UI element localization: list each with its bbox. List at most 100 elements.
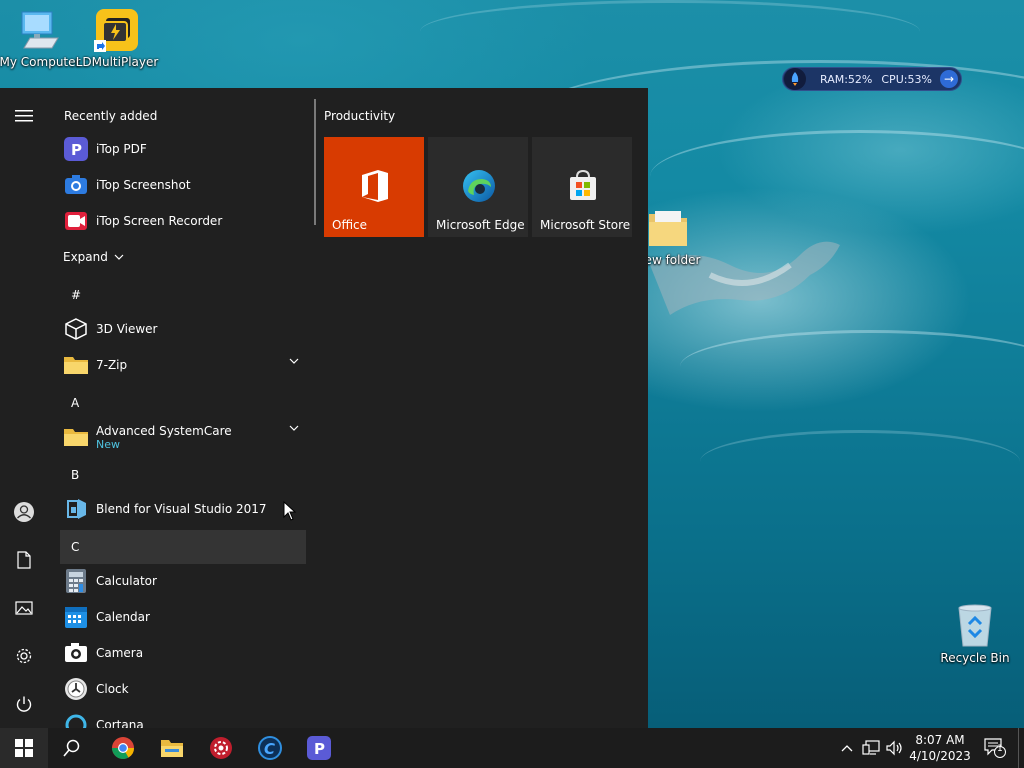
app-calculator[interactable]: Calculator (60, 563, 306, 599)
group-header-c[interactable]: C (60, 530, 306, 564)
app-camera[interactable]: Camera (60, 635, 306, 671)
app-cortana[interactable]: Cortana (60, 707, 306, 728)
desktop-icon-ldmultiplayer[interactable]: LDMultiPlayer (75, 8, 159, 69)
system-monitor-widget[interactable]: RAM:52% CPU:53% → (782, 67, 962, 91)
desktop-label: My Computer (0, 55, 81, 69)
blue-c-app-icon: C (258, 736, 282, 760)
hamburger-menu-button[interactable] (0, 92, 48, 140)
user-account-button[interactable] (0, 488, 48, 536)
computer-icon (21, 11, 59, 49)
network-icon (862, 740, 880, 755)
group-header-b[interactable]: B (60, 458, 306, 492)
svg-text:C: C (264, 740, 275, 758)
cpu-usage: CPU:53% (881, 72, 932, 86)
start-menu: Recently added P iTop PDF iTop Screensho… (0, 88, 648, 728)
search-button[interactable] (48, 728, 96, 768)
ldmultiplayer-icon (94, 9, 138, 52)
clock-date: 4/10/2023 (909, 749, 971, 763)
3d-viewer-icon (63, 316, 89, 342)
chrome-icon (112, 737, 134, 759)
app-list: Recently added P iTop PDF iTop Screensho… (48, 88, 312, 728)
calculator-icon (63, 568, 89, 594)
show-hidden-icons-button[interactable] (836, 728, 858, 768)
camera-icon (63, 640, 89, 666)
taskbar-itop-pdf[interactable]: P (295, 728, 343, 768)
user-icon (14, 502, 34, 522)
group-header-hash[interactable]: # (60, 278, 306, 312)
start-rail (0, 88, 48, 728)
taskbar-ccleaner[interactable]: C (246, 728, 294, 768)
app-calendar[interactable]: Calendar (60, 599, 306, 635)
taskbar-itop-screen-recorder[interactable] (197, 728, 245, 768)
tile-microsoft-store[interactable]: Microsoft Store (532, 137, 632, 237)
app-folder-7-zip[interactable]: 7-Zip (60, 347, 306, 383)
new-badge: New (96, 437, 120, 451)
chevron-down-icon[interactable] (288, 357, 300, 365)
svg-text:P: P (71, 141, 82, 159)
clock-time: 8:07 AM (915, 733, 965, 747)
app-blend-visual-studio[interactable]: Blend for Visual Studio 2017 (60, 491, 306, 527)
app-itop-screen-recorder[interactable]: iTop Screen Recorder (60, 203, 306, 239)
settings-button[interactable] (0, 632, 48, 680)
documents-button[interactable] (0, 536, 48, 584)
clock-icon (63, 676, 89, 702)
document-icon (17, 551, 31, 569)
desktop-label: LDMultiPlayer (75, 55, 159, 69)
blend-icon (63, 496, 89, 522)
tile-microsoft-edge[interactable]: Microsoft Edge (428, 137, 528, 237)
show-desktop-button[interactable] (1018, 728, 1024, 768)
edge-icon (463, 170, 495, 202)
network-button[interactable] (860, 728, 882, 768)
red-gear-app-icon (210, 737, 232, 759)
app-list-scrollbar[interactable] (314, 99, 316, 225)
clock-button[interactable]: 8:07 AM 4/10/2023 (908, 728, 972, 768)
itop-pdf-icon: P (307, 736, 331, 760)
taskbar-file-explorer[interactable] (148, 728, 196, 768)
expand-button[interactable]: Expand (60, 239, 125, 275)
app-3d-viewer[interactable]: 3D Viewer (60, 311, 306, 347)
pictures-button[interactable] (0, 584, 48, 632)
desktop-icon-my-computer[interactable]: My Computer (0, 8, 80, 69)
cortana-icon (63, 712, 89, 728)
folder-icon (649, 211, 687, 246)
chevron-down-icon[interactable] (288, 424, 300, 432)
recently-added-heading: Recently added (64, 109, 158, 123)
ram-usage: RAM:52% (820, 72, 873, 86)
calendar-icon (63, 604, 89, 630)
tile-office[interactable]: Office (324, 137, 424, 237)
search-icon (63, 739, 80, 757)
rocket-icon (784, 68, 806, 90)
windows-logo-icon (15, 739, 33, 757)
chevron-up-icon (841, 745, 853, 752)
itop-screen-recorder-icon (63, 208, 89, 234)
notification-count: 1 (997, 744, 1003, 754)
folder-icon (63, 424, 89, 450)
gear-icon (16, 648, 32, 664)
itop-pdf-icon: P (63, 136, 89, 162)
volume-button[interactable] (884, 728, 906, 768)
app-itop-pdf[interactable]: P iTop PDF (60, 131, 306, 167)
svg-text:P: P (314, 740, 325, 758)
office-icon (362, 170, 388, 202)
speaker-icon (886, 740, 902, 756)
store-icon (570, 169, 596, 200)
file-explorer-icon (161, 740, 183, 757)
desktop-label: Recycle Bin (940, 651, 1010, 665)
group-header-a[interactable]: A (60, 386, 306, 420)
folder-icon (63, 352, 89, 378)
power-icon (16, 696, 32, 712)
start-button[interactable] (0, 728, 48, 768)
hamburger-icon (15, 110, 33, 122)
power-button[interactable] (0, 680, 48, 728)
itop-screenshot-icon (63, 172, 89, 198)
action-center-button[interactable]: 1 (978, 728, 1012, 768)
app-itop-screenshot[interactable]: iTop Screenshot (60, 167, 306, 203)
mouse-cursor-icon (283, 501, 297, 521)
app-folder-advanced-systemcare[interactable]: Advanced SystemCare New (60, 416, 306, 458)
taskbar-chrome[interactable] (99, 728, 147, 768)
arrow-right-icon[interactable]: → (940, 70, 958, 88)
desktop-icon-recycle-bin[interactable]: Recycle Bin (935, 602, 1015, 665)
chevron-down-icon (114, 254, 124, 260)
taskbar: C P 8:07 AM 4/10/2023 1 (0, 728, 1024, 768)
app-clock[interactable]: Clock (60, 671, 306, 707)
